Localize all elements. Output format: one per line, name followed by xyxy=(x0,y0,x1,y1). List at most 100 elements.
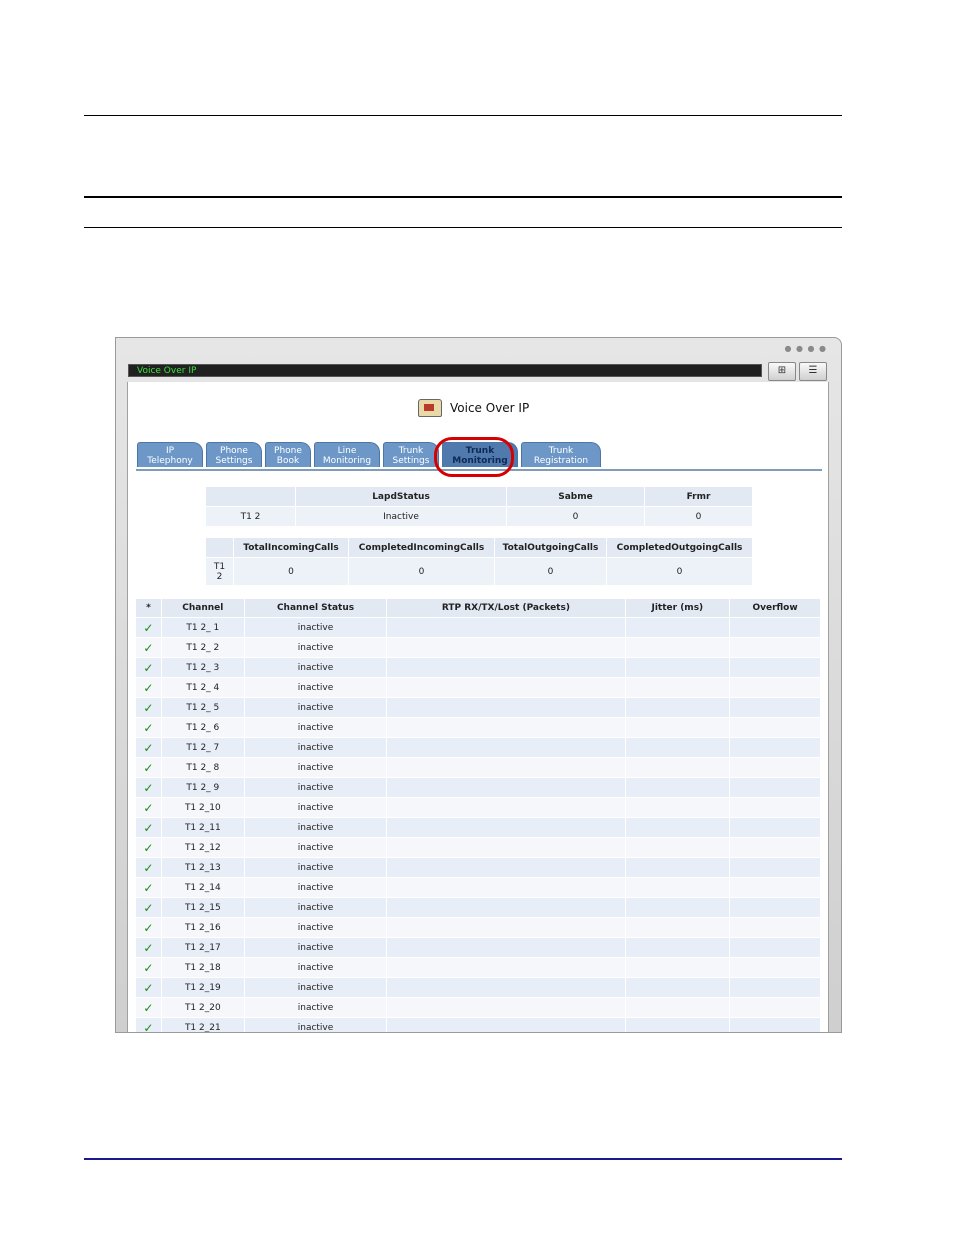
check-icon: ✓ xyxy=(135,837,162,858)
jitter-value xyxy=(624,937,731,958)
jitter-value xyxy=(624,617,731,638)
channel-name: T1 2_13 xyxy=(160,857,245,878)
overflow-value xyxy=(729,917,821,938)
rtp-packets xyxy=(386,1017,626,1032)
overflow-value xyxy=(729,897,821,918)
table-row: ✓ T1 2_20 inactive xyxy=(135,997,821,1018)
channel-status: inactive xyxy=(243,737,388,758)
check-icon: ✓ xyxy=(135,877,162,898)
table-row: ✓ T1 2_14 inactive xyxy=(135,877,821,898)
table-header: * xyxy=(135,598,162,618)
overflow-value xyxy=(729,957,821,978)
tab-phone-book[interactable]: Phone Book xyxy=(265,442,311,467)
jitter-value xyxy=(624,717,731,738)
jitter-value xyxy=(624,697,731,718)
phone-icon xyxy=(418,399,442,417)
check-icon: ✓ xyxy=(135,917,162,938)
jitter-value xyxy=(624,977,731,998)
channel-name: T1 2_11 xyxy=(160,817,245,838)
channel-status: inactive xyxy=(243,937,388,958)
window-grip-icon[interactable]: ● ● ● ● xyxy=(784,344,827,353)
overflow-value xyxy=(729,937,821,958)
check-icon: ✓ xyxy=(135,677,162,698)
completed-incoming-calls: 0 xyxy=(348,557,495,586)
channel-status: inactive xyxy=(243,677,388,698)
overflow-value xyxy=(729,877,821,898)
channel-status: inactive xyxy=(243,837,388,858)
rtp-packets xyxy=(386,777,626,798)
completed-outgoing-calls: 0 xyxy=(606,557,753,586)
channel-status: inactive xyxy=(243,777,388,798)
overflow-value xyxy=(729,697,821,718)
jitter-value xyxy=(624,677,731,698)
channel-rows: ✓ T1 2_ 1 inactive ✓ T1 2_ 2 inactive ✓ T1 2_ 3… xyxy=(135,617,821,1032)
total-outgoing-calls: 0 xyxy=(494,557,607,586)
overflow-value xyxy=(729,977,821,998)
check-icon: ✓ xyxy=(135,657,162,678)
table-header: RTP RX/TX/Lost (Packets) xyxy=(386,598,626,618)
channel-status: inactive xyxy=(243,977,388,998)
overflow-value xyxy=(729,997,821,1018)
rtp-packets xyxy=(386,937,626,958)
channel-name: T1 2_14 xyxy=(160,877,245,898)
channel-status: inactive xyxy=(243,957,388,978)
page-title: Voice Over IP xyxy=(418,399,529,417)
channel-name: T1 2_10 xyxy=(160,797,245,818)
channel-name: T1 2_17 xyxy=(160,937,245,958)
overflow-value xyxy=(729,1017,821,1032)
rtp-packets xyxy=(386,817,626,838)
rtp-packets xyxy=(386,957,626,978)
jitter-value xyxy=(624,657,731,678)
tab-line-monitoring[interactable]: Line Monitoring xyxy=(314,442,380,467)
check-icon: ✓ xyxy=(135,737,162,758)
rtp-packets xyxy=(386,897,626,918)
jitter-value xyxy=(624,877,731,898)
tab-phone-settings[interactable]: Phone Settings xyxy=(206,442,262,467)
rtp-packets xyxy=(386,637,626,658)
network-map-icon[interactable]: ⊞ xyxy=(768,362,796,381)
table-row: ✓ T1 2_ 9 inactive xyxy=(135,777,821,798)
rtp-packets xyxy=(386,837,626,858)
channel-name: T1 2_ 8 xyxy=(160,757,245,778)
check-icon: ✓ xyxy=(135,1017,162,1032)
table-row: T1 2 Inactive 0 0 xyxy=(205,506,753,527)
rtp-packets xyxy=(386,737,626,758)
tab-ip-telephony[interactable]: IP Telephony xyxy=(137,442,203,467)
tab-trunk-registration[interactable]: Trunk Registration xyxy=(521,442,601,467)
table-header: Frmr xyxy=(644,486,753,507)
tab-trunk-settings[interactable]: Trunk Settings xyxy=(383,442,439,467)
menu-list-icon[interactable]: ☰ xyxy=(799,362,827,381)
lapd-status-value: Inactive xyxy=(295,506,507,527)
channel-name: T1 2_ 6 xyxy=(160,717,245,738)
table-header: TotalIncomingCalls xyxy=(233,537,349,558)
table-row: ✓ T1 2_ 5 inactive xyxy=(135,697,821,718)
overflow-value xyxy=(729,837,821,858)
channel-name: T1 2_18 xyxy=(160,957,245,978)
table-row: ✓ T1 2_ 1 inactive xyxy=(135,617,821,638)
rtp-packets xyxy=(386,997,626,1018)
channel-status: inactive xyxy=(243,1017,388,1032)
overflow-value xyxy=(729,737,821,758)
channel-name: T1 2_ 9 xyxy=(160,777,245,798)
check-icon: ✓ xyxy=(135,897,162,918)
channel-status: inactive xyxy=(243,817,388,838)
check-icon: ✓ xyxy=(135,637,162,658)
calls-table: TotalIncomingCalls CompletedIncomingCall… xyxy=(205,537,753,586)
channel-name: T1 2_12 xyxy=(160,837,245,858)
table-row: ✓ T1 2_ 6 inactive xyxy=(135,717,821,738)
rtp-packets xyxy=(386,757,626,778)
channel-status: inactive xyxy=(243,797,388,818)
channel-name: T1 2_20 xyxy=(160,997,245,1018)
check-icon: ✓ xyxy=(135,957,162,978)
table-header xyxy=(205,486,296,507)
channel-table: * Channel Channel Status RTP RX/TX/Lost … xyxy=(135,598,821,1032)
table-row: ✓ T1 2_19 inactive xyxy=(135,977,821,998)
channel-status: inactive xyxy=(243,757,388,778)
table-row: T1 2 0 0 0 0 xyxy=(205,557,753,586)
overflow-value xyxy=(729,717,821,738)
total-incoming-calls: 0 xyxy=(233,557,349,586)
rtp-packets xyxy=(386,877,626,898)
header-rule-bottom xyxy=(84,227,842,228)
channel-status: inactive xyxy=(243,717,388,738)
rtp-packets xyxy=(386,697,626,718)
